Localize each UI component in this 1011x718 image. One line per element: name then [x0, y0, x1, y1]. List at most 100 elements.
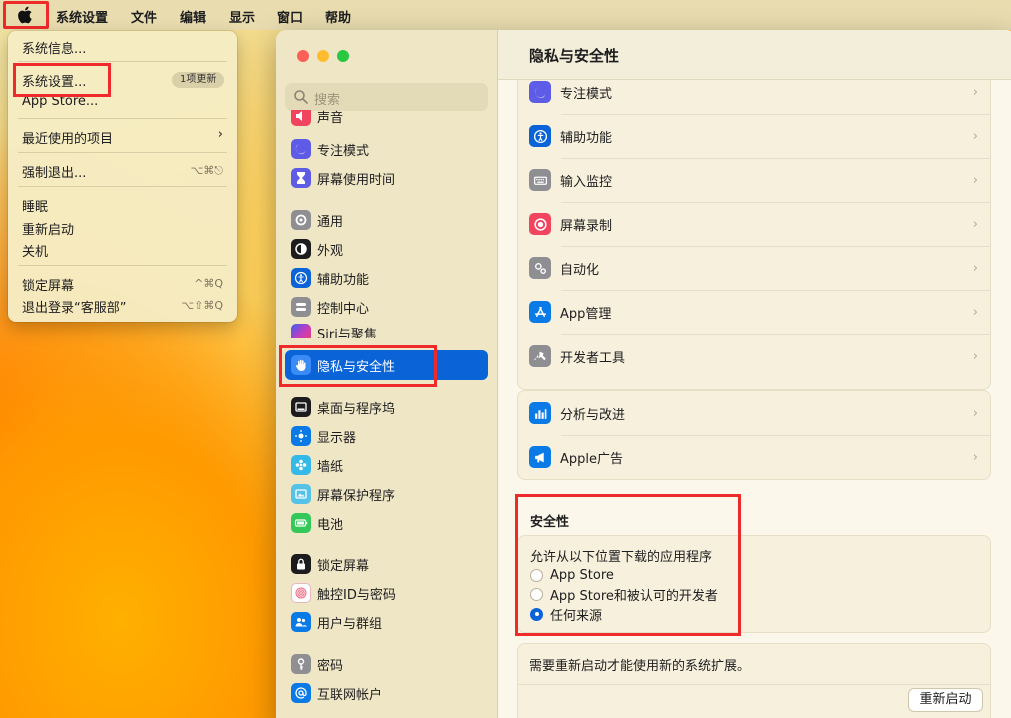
- analytics-icon: [529, 402, 551, 424]
- page-title: 隐私与安全性: [529, 47, 620, 65]
- sidebar-item-sound[interactable]: 声音: [291, 110, 343, 126]
- menu-window[interactable]: 窗口: [277, 7, 303, 26]
- keyboard-icon: [529, 169, 551, 191]
- at-icon: [291, 683, 311, 703]
- menu-item-sleep[interactable]: 睡眠: [22, 196, 48, 215]
- row-label: 屏幕录制: [560, 218, 613, 234]
- sidebar-item-lock-screen[interactable]: 锁定屏幕: [291, 552, 369, 576]
- search-icon: [294, 90, 308, 104]
- search-placeholder: 搜索: [314, 93, 341, 108]
- screensaver-icon: [291, 484, 311, 504]
- record-icon: [529, 213, 551, 235]
- close-button[interactable]: [297, 50, 309, 62]
- accessibility-icon: [291, 268, 311, 288]
- sidebar-item-screensaver[interactable]: 屏幕保护程序: [291, 482, 395, 506]
- moon-icon: [529, 81, 551, 103]
- automation-icon: [529, 257, 551, 279]
- row-label: 自动化: [560, 262, 600, 278]
- privacy-row-accessibility[interactable]: 辅助功能 ›: [529, 114, 990, 158]
- appstore-icon: [529, 301, 551, 323]
- fingerprint-icon: [291, 583, 311, 603]
- sidebar-item-label: 电池: [317, 517, 344, 533]
- chevron-right-icon: ›: [972, 348, 978, 364]
- minimize-button[interactable]: [317, 50, 329, 62]
- sidebar-item-passwords[interactable]: 密码: [291, 652, 343, 676]
- sidebar-item-general[interactable]: 通用: [291, 208, 343, 232]
- sidebar-item-label: 控制中心: [317, 301, 370, 317]
- row-label: Apple广告: [560, 451, 624, 467]
- security-highlight: [515, 494, 741, 636]
- sidebar-item-desktop-dock[interactable]: 桌面与程序坞: [291, 395, 395, 419]
- sidebar-item-focus[interactable]: 专注模式: [291, 137, 369, 161]
- row-label: App管理: [560, 306, 612, 322]
- display-icon: [291, 426, 311, 446]
- privacy-row-input-monitoring[interactable]: 输入监控 ›: [529, 158, 990, 202]
- sidebar-item-accessibility[interactable]: 辅助功能: [291, 266, 369, 290]
- zoom-button[interactable]: [337, 50, 349, 62]
- menu-help[interactable]: 帮助: [325, 7, 351, 26]
- menu-item-force-quit[interactable]: 强制退出...: [22, 162, 86, 181]
- row-apple-ads[interactable]: Apple广告 ›: [529, 435, 990, 479]
- lock-icon: [291, 554, 311, 574]
- menu-edit[interactable]: 编辑: [180, 7, 206, 26]
- row-analytics[interactable]: 分析与改进 ›: [529, 391, 990, 435]
- menu-separator: [18, 152, 227, 153]
- menu-item-logout[interactable]: 退出登录“客服部”: [22, 297, 126, 316]
- menu-item-recent-items[interactable]: 最近使用的项目: [22, 128, 113, 147]
- control-center-icon: [291, 297, 311, 317]
- menu-item-shutdown[interactable]: 关机: [22, 241, 48, 260]
- analytics-group: 分析与改进 › Apple广告 ›: [517, 390, 991, 480]
- sidebar-item-appearance[interactable]: 外观: [291, 237, 343, 261]
- chevron-right-icon: ›: [972, 128, 978, 144]
- sidebar-item-label: 声音: [317, 111, 344, 126]
- search-field[interactable]: 搜索: [285, 83, 488, 111]
- sidebar-item-control-center[interactable]: 控制中心: [291, 295, 369, 319]
- wallpaper-icon: [291, 455, 311, 475]
- sidebar-item-label: 互联网帐户: [317, 687, 383, 703]
- restart-button[interactable]: 重新启动: [908, 688, 983, 712]
- battery-icon: [291, 513, 311, 533]
- chevron-right-icon: ›: [972, 84, 978, 100]
- sidebar-item-wallpaper[interactable]: 墙纸: [291, 453, 343, 477]
- privacy-group: 专注模式 › 辅助功能 › 输入监控 › 屏幕录制 › 自动化 › App管理 …: [517, 80, 991, 390]
- menu-file[interactable]: 文件: [131, 7, 157, 26]
- privacy-row-automation[interactable]: 自动化 ›: [529, 246, 990, 290]
- sidebar-item-label: 通用: [317, 214, 344, 230]
- hourglass-icon: [291, 168, 311, 188]
- sidebar-item-displays[interactable]: 显示器: [291, 424, 356, 448]
- key-icon: [291, 654, 311, 674]
- row-label: 输入监控: [560, 174, 613, 190]
- sidebar-item-users-groups[interactable]: 用户与群组: [291, 610, 382, 634]
- privacy-row-app-management[interactable]: App管理 ›: [529, 290, 990, 334]
- gear-icon: [291, 210, 311, 230]
- sidebar-item-battery[interactable]: 电池: [291, 511, 343, 535]
- sidebar-item-label: 屏幕使用时间: [317, 172, 396, 188]
- menu-item-about[interactable]: 系统信息...: [22, 38, 86, 57]
- sidebar-item-touch-id[interactable]: 触控ID与密码: [291, 581, 396, 605]
- moon-icon: [291, 139, 311, 159]
- sidebar-item-siri[interactable]: Siri与聚焦: [291, 324, 377, 338]
- privacy-row-focus[interactable]: 专注模式 ›: [529, 70, 990, 114]
- privacy-row-developer-tools[interactable]: 开发者工具 ›: [529, 334, 990, 378]
- sound-icon: [291, 110, 311, 126]
- row-separator: [518, 684, 990, 685]
- sidebar-item-screen-time[interactable]: 屏幕使用时间: [291, 166, 395, 190]
- menu-bar: 系统设置 文件 编辑 显示 窗口 帮助: [0, 0, 1011, 30]
- privacy-row-screen-recording[interactable]: 屏幕录制 ›: [529, 202, 990, 246]
- sidebar-item-label: 专注模式: [317, 143, 370, 159]
- menu-view[interactable]: 显示: [229, 7, 255, 26]
- sidebar-item-label: 密码: [317, 658, 344, 674]
- sidebar-item-label: 触控ID与密码: [317, 587, 396, 603]
- chevron-right-icon: ›: [217, 127, 223, 142]
- menu-item-restart[interactable]: 重新启动: [22, 219, 74, 238]
- chevron-right-icon: ›: [972, 172, 978, 188]
- sidebar-item-internet-accounts[interactable]: 互联网帐户: [291, 681, 382, 705]
- sidebar-item-label: 锁定屏幕: [317, 558, 370, 574]
- accessibility-icon: [529, 125, 551, 147]
- row-label: 辅助功能: [560, 130, 613, 146]
- system-settings-highlight: [13, 63, 111, 97]
- sidebar-item-label: 辅助功能: [317, 272, 370, 288]
- menu-item-lock-screen[interactable]: 锁定屏幕: [22, 275, 74, 294]
- menu-system-settings[interactable]: 系统设置: [56, 7, 108, 26]
- row-label: 专注模式: [560, 86, 613, 102]
